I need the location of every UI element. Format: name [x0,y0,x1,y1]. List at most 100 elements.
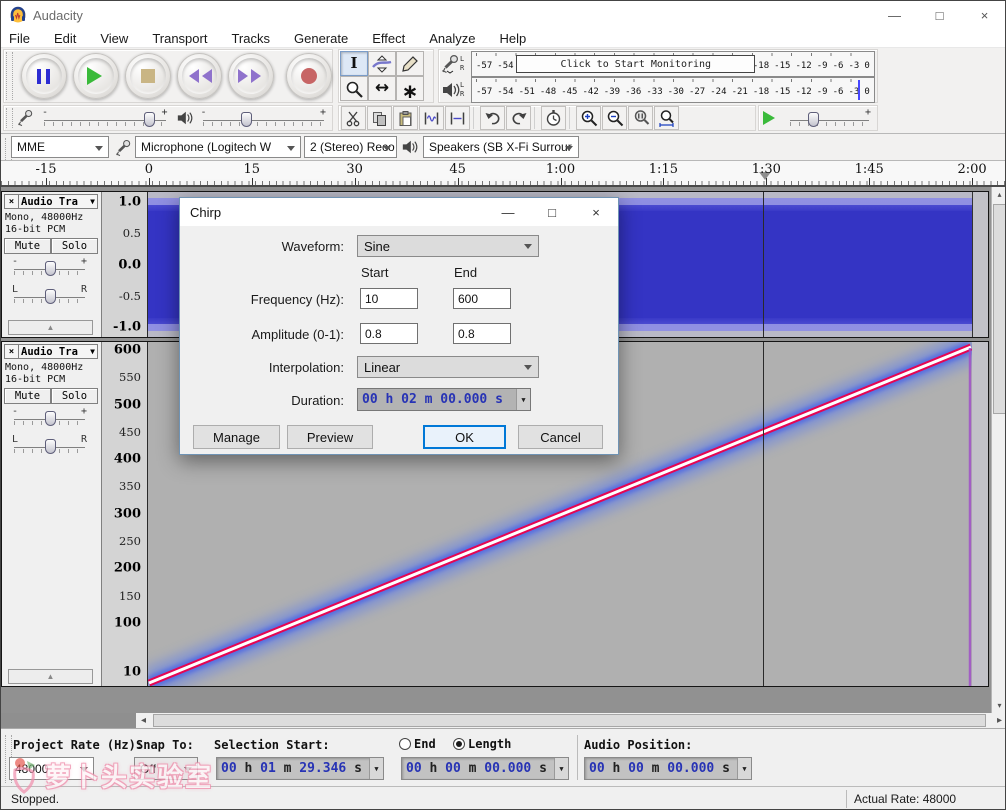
track1-solo-button[interactable]: Solo [51,238,98,254]
menu-help[interactable]: Help [499,31,526,46]
project-rate-select[interactable]: 48000 [9,757,94,780]
track2-collapse-button[interactable]: ▲ [8,669,93,684]
cancel-button[interactable]: Cancel [518,425,603,449]
dialog-close-button[interactable]: × [574,198,618,226]
track2-pan-slider[interactable]: L R [12,434,87,456]
minimize-button[interactable]: — [872,1,917,29]
stop-button[interactable] [124,53,171,99]
frequency-end-input[interactable] [453,288,511,309]
duration-field[interactable]: 00 h 02 m 00.000 s ▼ [357,388,531,411]
track2-close-button[interactable]: × [5,345,19,358]
amplitude-end-input[interactable] [453,323,511,344]
toolbar-grip[interactable] [6,108,13,128]
skip-to-start-button[interactable] [176,53,223,99]
redo-button[interactable] [506,106,531,130]
sync-lock-button[interactable] [541,106,566,130]
dialog-maximize-button[interactable]: □ [530,198,574,226]
track1-gain-thumb[interactable] [44,261,56,276]
track1-menu-dropdown-icon[interactable]: ▼ [90,197,97,206]
zoom-selection-button[interactable] [628,106,653,130]
selection-tool-button[interactable]: I [340,51,368,76]
playback-volume-thumb[interactable] [240,112,252,127]
playback-volume-slider[interactable]: - + [201,107,326,129]
pause-button[interactable] [20,53,67,99]
playback-speed-slider[interactable]: + [788,107,871,129]
menu-generate[interactable]: Generate [294,31,348,46]
menu-effect[interactable]: Effect [372,31,405,46]
record-meter[interactable]: -57-54-51-48-45-42-39-36-33-30-27-24-21-… [471,51,875,77]
copy-button[interactable] [367,106,392,130]
spinner-icon[interactable]: ▼ [737,758,751,779]
track1-gain-slider[interactable]: - + [12,256,87,278]
recording-device-select[interactable]: Microphone (Logitech W [135,136,301,158]
track1-vruler[interactable]: 1.0 0.5 0.0 -0.5 -1.0 [102,192,148,337]
silence-audio-button[interactable] [445,106,470,130]
preview-button[interactable]: Preview [287,425,373,449]
close-button[interactable]: × [962,1,1005,29]
track2-menu-dropdown-icon[interactable]: ▼ [90,347,97,356]
zoom-fit-button[interactable] [654,106,679,130]
manage-button[interactable]: Manage [193,425,280,449]
track1-close-button[interactable]: × [5,195,19,208]
ok-button[interactable]: OK [423,425,506,449]
menu-tracks[interactable]: Tracks [231,31,270,46]
multi-tool-button[interactable]: ∗ [396,76,424,101]
menu-transport[interactable]: Transport [152,31,207,46]
track1-collapse-button[interactable]: ▲ [8,320,93,335]
track2-gain-thumb[interactable] [44,411,56,426]
menu-analyze[interactable]: Analyze [429,31,475,46]
zoom-in-button[interactable] [576,106,601,130]
scroll-up-button[interactable]: ▴ [992,187,1005,202]
dialog-minimize-button[interactable]: — [486,198,530,226]
recording-volume-thumb[interactable] [143,112,155,127]
cut-button[interactable] [341,106,366,130]
horizontal-scrollbar[interactable]: ◂ ▸ [136,713,1005,728]
recording-channels-select[interactable]: 2 (Stereo) Reco [304,136,397,158]
playback-meter[interactable]: -57 -54 -51 -48 -45 -42 -39 -36 -33 -30 -27 -24 -21-… [471,77,875,103]
play-at-speed-button[interactable] [759,111,782,125]
track1-name[interactable]: Audio Tra [19,196,90,208]
envelope-tool-button[interactable] [368,51,396,76]
monitoring-overlay[interactable]: Click to Start Monitoring [516,55,756,73]
menu-edit[interactable]: Edit [54,31,76,46]
track2-vruler[interactable]: 600 550 500 450 400 350 300 250 200 150 100 10 [102,342,148,686]
timeline-ruler[interactable]: -15 0 15 30 45 1:00 1:15 1:30 1:45 2:00 [1,161,1005,187]
scroll-right-button[interactable]: ▸ [992,713,1005,728]
menu-file[interactable]: File [9,31,30,46]
selection-length-field[interactable]: 00 h 00 m 00.000 s ▼ [401,757,569,780]
playback-speed-thumb[interactable] [807,112,819,127]
zoom-out-button[interactable] [602,106,627,130]
track2-solo-button[interactable]: Solo [51,388,98,404]
track1-header[interactable]: × Audio Tra ▼ [4,194,98,209]
dialog-title-bar[interactable]: Chirp — □ × [180,198,618,226]
skip-to-end-button[interactable] [228,53,275,99]
waveform-select[interactable]: Sine [357,235,539,257]
maximize-button[interactable]: □ [917,1,962,29]
draw-tool-button[interactable] [396,51,424,76]
interpolation-select[interactable]: Linear [357,356,539,378]
zoom-tool-button[interactable] [340,76,368,101]
track2-header[interactable]: × Audio Tra ▼ [4,344,98,359]
audio-host-select[interactable]: MME [11,136,109,158]
vertical-scrollbar[interactable]: ▴ ▾ [991,187,1005,713]
selection-start-field[interactable]: 00 h 01 m 29.346 s ▼ [216,757,384,780]
time-shift-tool-button[interactable]: ↔ [368,76,396,101]
undo-button[interactable] [480,106,505,130]
frequency-start-input[interactable] [360,288,418,309]
recording-volume-slider[interactable]: - + [42,107,168,129]
track2-name[interactable]: Audio Tra [19,346,90,358]
track2-mute-button[interactable]: Mute [4,388,51,404]
snap-to-select[interactable]: Off [134,757,198,780]
track2-gain-slider[interactable]: - + [12,406,87,428]
toolbar-grip[interactable] [6,52,13,100]
horizontal-scroll-thumb[interactable] [153,714,986,727]
spinner-icon[interactable]: ▼ [516,389,530,410]
play-button[interactable] [72,53,119,99]
record-button[interactable] [286,53,333,99]
track1-mute-button[interactable]: Mute [4,238,51,254]
playback-device-select[interactable]: Speakers (SB X-Fi Surrour [423,136,579,158]
spinner-icon[interactable]: ▼ [554,758,568,779]
spinner-icon[interactable]: ▼ [369,758,383,779]
vertical-scroll-thumb[interactable] [993,204,1005,414]
amplitude-start-input[interactable] [360,323,418,344]
